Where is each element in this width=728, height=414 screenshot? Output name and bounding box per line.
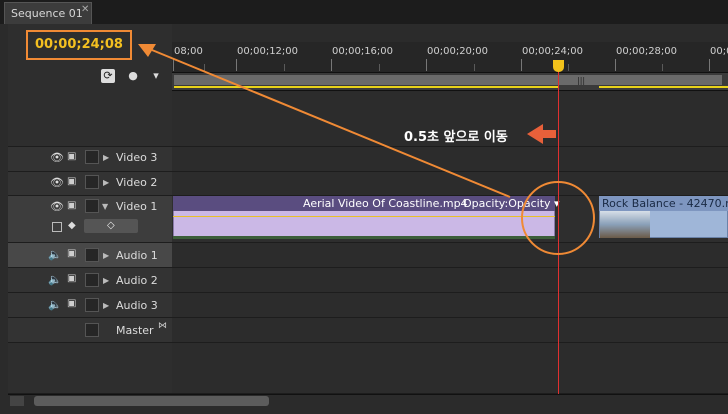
ruler-tick [173, 59, 174, 71]
track-header-empty [8, 343, 172, 394]
lock-toggle[interactable] [85, 323, 99, 337]
track-label: Audio 2 [116, 274, 158, 287]
render-bar [174, 86, 559, 88]
lock-toggle[interactable] [85, 175, 99, 189]
collapse-triangle-icon[interactable]: ▼ [102, 202, 108, 211]
ruler-label: 00;00;24;00 [522, 46, 584, 57]
close-icon[interactable]: ✕ [81, 4, 89, 15]
ruler-minor-tick [568, 64, 569, 71]
speaker-icon[interactable]: 🔈 [48, 248, 62, 261]
track-audio-2[interactable] [172, 268, 728, 293]
sync-lock-icon[interactable]: ▣ [67, 273, 76, 284]
ruler-tick [709, 59, 710, 71]
clip-name: Rock Balance - 42470.mp4 [602, 197, 728, 210]
tab-bar [0, 0, 728, 25]
expand-triangle-icon[interactable]: ▶ [103, 251, 109, 260]
annotation-text: 0.5초 앞으로 이동 [404, 130, 508, 145]
speaker-icon[interactable]: 🔈 [48, 298, 62, 311]
ruler-tick [615, 59, 616, 71]
expand-triangle-icon[interactable]: ▶ [103, 178, 109, 187]
track-empty [172, 343, 728, 394]
scroll-left-button[interactable] [10, 396, 24, 406]
render-bar [599, 86, 728, 88]
work-area-grip[interactable]: ||| [577, 76, 585, 85]
sync-lock-icon[interactable]: ▣ [67, 298, 76, 309]
lock-toggle[interactable] [85, 248, 99, 262]
ruler-tick [426, 59, 427, 71]
ruler-minor-tick [474, 64, 475, 71]
speaker-icon[interactable]: 🔈 [48, 273, 62, 286]
tab-sequence-01[interactable]: Sequence 01 [4, 2, 92, 24]
track-label: Master [116, 324, 154, 337]
track-video-2[interactable] [172, 172, 728, 196]
lock-toggle[interactable] [85, 273, 99, 287]
ruler-label: 00;00;20;00 [427, 46, 489, 57]
track-label: Video 3 [116, 151, 158, 164]
work-area-range[interactable] [174, 75, 722, 85]
track-video-3[interactable] [172, 147, 728, 172]
film-icon[interactable]: ▣ [67, 200, 76, 211]
ruler-label: 00;00;28;00 [616, 46, 678, 57]
scrollbar-thumb[interactable] [34, 396, 269, 406]
flag-icon[interactable]: ▾ [149, 69, 163, 83]
eye-icon[interactable]: 👁 [50, 176, 64, 189]
track-label: Audio 3 [116, 299, 158, 312]
track-label: Video 1 [116, 200, 158, 213]
display-style-icon[interactable] [52, 222, 62, 232]
lock-toggle[interactable] [85, 199, 99, 213]
clip-audio-strip [173, 236, 555, 239]
clip-name: Aerial Video Of Coastline.mp4 [303, 197, 468, 210]
ruler-tick [331, 59, 332, 71]
ruler-label: 00;00 [710, 46, 728, 57]
track-label: Audio 1 [116, 249, 158, 262]
ruler-label: 00;00;12;00 [237, 46, 299, 57]
expand-triangle-icon[interactable]: ▶ [103, 153, 109, 162]
ruler-minor-tick [284, 64, 285, 71]
ruler-minor-tick [662, 64, 663, 71]
keyframe-diamond-icon[interactable]: ◆ [68, 220, 76, 231]
track-label: Video 2 [116, 176, 158, 189]
track-audio-1[interactable] [172, 243, 728, 268]
playhead-handle[interactable] [553, 60, 564, 72]
annotation-circle [521, 181, 595, 255]
expand-triangle-icon[interactable]: ▶ [103, 276, 109, 285]
lock-toggle[interactable] [85, 298, 99, 312]
ruler-label: 08;00 [174, 46, 203, 57]
master-channel-icon: ⋈ [158, 321, 167, 331]
ruler-tick [236, 59, 237, 71]
marker-icon[interactable]: ● [126, 69, 140, 83]
snap-icon[interactable]: ⟳ [101, 69, 115, 83]
film-icon[interactable]: ▣ [67, 151, 76, 162]
opacity-line[interactable] [173, 216, 555, 217]
sync-lock-icon[interactable]: ▣ [67, 248, 76, 259]
add-keyframe-icon[interactable]: ◇ [107, 220, 115, 231]
film-icon[interactable]: ▣ [67, 176, 76, 187]
current-timecode[interactable]: 00;00;24;08 [26, 30, 132, 60]
eye-icon[interactable]: 👁 [50, 151, 64, 164]
ruler-minor-tick [379, 64, 380, 71]
track-master[interactable] [172, 318, 728, 343]
track-audio-3[interactable] [172, 293, 728, 318]
clip-thumbnail [600, 211, 650, 238]
eye-icon[interactable]: 👁 [50, 200, 64, 213]
ruler-tick [521, 59, 522, 71]
lock-toggle[interactable] [85, 150, 99, 164]
ruler-label: 00;00;16;00 [332, 46, 394, 57]
expand-triangle-icon[interactable]: ▶ [103, 301, 109, 310]
ruler-minor-tick [204, 64, 205, 71]
tab-label: Sequence 01 [11, 7, 83, 20]
track-header-spacer [8, 92, 172, 147]
